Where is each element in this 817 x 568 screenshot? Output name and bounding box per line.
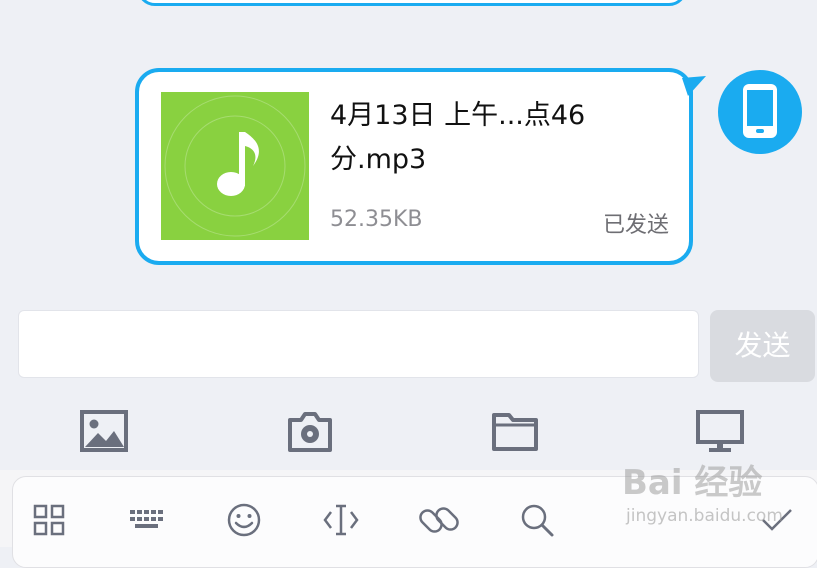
delivery-status: 已发送	[602, 213, 669, 238]
music-file-thumbnail	[161, 92, 309, 240]
folder-icon[interactable]	[489, 405, 541, 457]
file-name: 4月13日 上午...点46 分.mp3	[330, 94, 630, 182]
link-icon[interactable]	[419, 500, 459, 540]
file-name-line-1: 4月13日 上午...点46	[330, 100, 586, 131]
watermark-brand: Bai 经验	[622, 463, 763, 503]
emoji-icon[interactable]	[224, 500, 264, 540]
previous-message-bubble[interactable]	[137, 0, 687, 6]
grid-icon[interactable]	[29, 500, 69, 540]
keyboard-icon[interactable]	[126, 500, 166, 540]
monitor-icon[interactable]	[694, 405, 746, 457]
phone-icon	[743, 84, 777, 138]
bubble-tail	[682, 76, 706, 96]
device-avatar[interactable]	[718, 70, 802, 154]
music-note-icon	[164, 95, 306, 237]
image-icon[interactable]	[78, 405, 130, 457]
cursor-icon[interactable]	[321, 500, 361, 540]
file-name-line-2: 分.mp3	[330, 144, 427, 175]
file-message-bubble[interactable]: 4月13日 上午...点46 分.mp3 52.35KB 已发送	[135, 68, 693, 265]
camera-icon[interactable]	[284, 405, 336, 457]
file-size: 52.35KB	[330, 207, 423, 232]
search-icon[interactable]	[517, 500, 557, 540]
send-button[interactable]: 发送	[710, 310, 815, 382]
watermark-url: jingyan.baidu.com	[626, 506, 783, 526]
message-input[interactable]	[18, 310, 699, 378]
